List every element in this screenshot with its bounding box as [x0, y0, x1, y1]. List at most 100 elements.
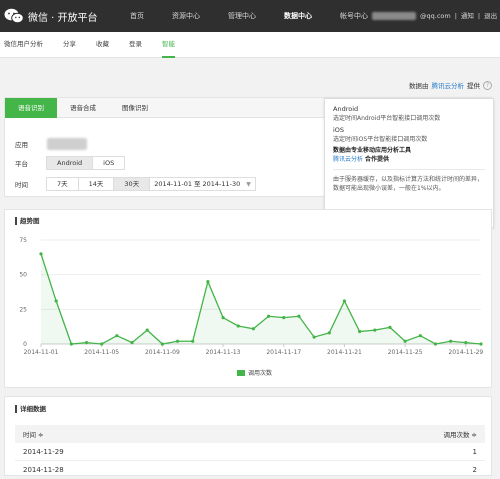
nav-resources[interactable]: 资源中心 — [172, 0, 200, 32]
time-segmented: 7天 14天 30天 2014-11-01 至 2014-11-30 ▼ — [46, 177, 256, 191]
platform-filter-row: 平台 Android iOS — [15, 156, 126, 170]
app-filter-row: 应用 — [15, 138, 87, 150]
table-row: 2014-11-29 1 — [15, 443, 485, 461]
logo[interactable]: 微信 · 开放平台 — [4, 8, 98, 24]
data-point — [388, 325, 392, 329]
trend-section: 趋势图 0 25 50 75 2014-11-01 2014-11-05 2014-11-0… — [4, 209, 492, 388]
platform-segmented: Android iOS — [46, 156, 126, 170]
tab-image-recognition[interactable]: 图像识别 — [109, 98, 161, 118]
data-point — [312, 335, 316, 339]
data-point — [115, 334, 119, 338]
popover-tool-suffix: 合作提供 — [364, 156, 389, 163]
time-7-days[interactable]: 7天 — [46, 177, 79, 191]
time-label: 时间 — [15, 181, 28, 189]
sub-nav: 微信用户分析 分享 收藏 登录 智能 — [0, 32, 500, 58]
app-title: 微信 · 开放平台 — [28, 12, 98, 24]
col-count-header[interactable]: 调用次数 ≑ — [443, 429, 477, 439]
x-tick-label: 2014-11-09 — [145, 349, 180, 356]
data-point — [130, 341, 134, 345]
tab-speech-synthesis[interactable]: 语音合成 — [57, 98, 109, 118]
data-point — [433, 342, 438, 346]
date-separator: 至 — [193, 179, 201, 188]
subnav-share[interactable]: 分享 — [63, 32, 76, 58]
data-point — [418, 334, 422, 338]
subnav-user-analysis[interactable]: 微信用户分析 — [4, 32, 43, 58]
data-point — [100, 342, 104, 346]
data-point — [39, 252, 43, 256]
app-label: 应用 — [15, 141, 28, 149]
x-tick-label: 2014-11-13 — [206, 349, 241, 356]
row-count: 1 — [472, 447, 477, 456]
app-select-redacted[interactable] — [47, 138, 87, 150]
data-point — [191, 339, 195, 343]
platform-ios[interactable]: iOS — [92, 156, 126, 170]
row-date: 2014-11-28 — [23, 465, 64, 474]
time-30-days[interactable]: 30天 — [113, 177, 151, 191]
data-point — [175, 339, 180, 343]
nav-management[interactable]: 管理中心 — [228, 0, 256, 32]
x-tick-label: 2014-11-05 — [84, 349, 119, 356]
data-point — [236, 324, 240, 328]
help-icon[interactable]: ? — [483, 80, 492, 90]
account-email-redacted — [372, 12, 416, 20]
data-point — [160, 342, 164, 346]
subnav-smart[interactable]: 智能 — [162, 32, 175, 58]
tab-speech-recognition[interactable]: 语音识别 — [5, 98, 57, 118]
platform-label: 平台 — [15, 160, 28, 168]
data-source-note: 数据由 腾讯云分析 提供 ? — [409, 80, 492, 90]
x-tick-label: 2014-11-25 — [388, 349, 423, 356]
data-point — [206, 280, 210, 284]
data-point — [266, 314, 271, 318]
data-point — [84, 341, 89, 345]
subnav-login[interactable]: 登录 — [129, 32, 142, 58]
y-tick-label: 50 — [19, 272, 27, 279]
popover-tool-line: 数据由专业移动应用分析工具 — [333, 147, 412, 154]
x-tick-label: 2014-11-01 — [24, 349, 59, 356]
y-tick-label: 0 — [23, 341, 27, 348]
data-point — [282, 316, 286, 320]
popover-ios-title: iOS — [333, 126, 345, 134]
data-point — [145, 328, 149, 332]
data-point — [342, 299, 347, 303]
legend-swatch — [237, 369, 245, 376]
data-point — [327, 331, 331, 335]
col-time-header[interactable]: 时间 ≑ — [23, 429, 44, 439]
x-tick-label: 2014-11-17 — [266, 349, 301, 356]
time-filter-row: 时间 7天 14天 30天 2014-11-01 至 2014-11-30 ▼ — [15, 177, 256, 191]
time-14-days[interactable]: 14天 — [77, 177, 115, 191]
main-nav: 首页 资源中心 管理中心 数据中心 帐号中心 — [130, 0, 396, 32]
date-start: 2014-11-01 — [154, 179, 192, 188]
popover-divider — [333, 169, 485, 170]
date-range-picker[interactable]: 2014-11-01 至 2014-11-30 ▼ — [149, 177, 256, 191]
popover-tool-link[interactable]: 腾讯云分析 — [333, 156, 363, 163]
popover-android-title: Android — [333, 105, 359, 113]
subnav-favorites[interactable]: 收藏 — [96, 32, 109, 58]
legend-label: 调用次数 — [248, 370, 273, 377]
popover-ios-desc: 选定时间iOS平台智能接口调用次数 — [333, 136, 428, 143]
data-source-prefix: 数据由 — [409, 82, 429, 90]
data-point — [251, 327, 256, 331]
series-area — [41, 253, 481, 344]
account-email[interactable]: @qq.com — [420, 0, 451, 32]
detail-table-header: 时间 ≑ 调用次数 ≑ — [15, 425, 485, 443]
notice-link[interactable]: 通知 — [461, 0, 474, 32]
platform-android[interactable]: Android — [46, 156, 94, 170]
nav-data-center[interactable]: 数据中心 — [284, 0, 312, 32]
logout-link[interactable]: 退出 — [484, 0, 497, 32]
nav-home[interactable]: 首页 — [130, 0, 144, 32]
y-tick-label: 25 — [19, 306, 27, 313]
account-separator-2: | — [477, 12, 481, 20]
chart-legend[interactable]: 调用次数 — [237, 368, 272, 377]
data-point — [297, 314, 301, 318]
data-point — [464, 341, 468, 345]
account-area: @qq.com | 通知 | 退出 — [372, 0, 497, 32]
account-separator: | — [454, 12, 457, 20]
nav-account-center[interactable]: 帐号中心 — [340, 0, 368, 32]
data-point — [479, 342, 483, 346]
popover-android-desc: 选定时间Android平台智能接口调用次数 — [333, 115, 441, 122]
trend-chart: 0 25 50 75 2014-11-01 2014-11-05 2014-11-09 201… — [19, 237, 483, 356]
popover-tool-credit: 腾讯云分析 合作提供 — [333, 155, 485, 164]
data-source-link[interactable]: 腾讯云分析 — [432, 80, 465, 90]
row-date: 2014-11-29 — [23, 447, 64, 456]
row-count: 2 — [472, 465, 477, 474]
